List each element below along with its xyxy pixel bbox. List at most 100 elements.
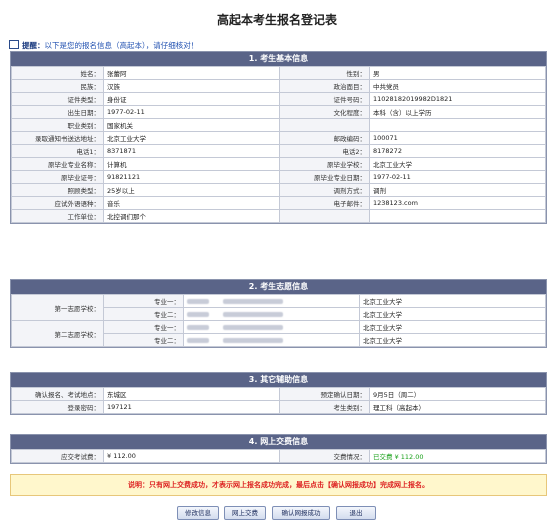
major-value: 计算机	[103, 157, 280, 171]
major1-value-redacted	[183, 294, 360, 308]
education-label: 文化程度：	[279, 105, 370, 119]
section-other-header: 3. 其它辅助信息	[11, 373, 546, 387]
gender-label: 性别：	[279, 66, 370, 80]
bonus-label: 照顾类型：	[11, 183, 104, 197]
empty-cell	[279, 118, 370, 132]
empty-cell	[369, 209, 546, 223]
tip-bar: 提醒：以下是您的报名信息（高起本），请仔细核对！	[9, 40, 198, 51]
major1-label: 专业一：	[103, 294, 184, 308]
adjust-label: 调剂方式：	[279, 183, 370, 197]
school-label: 原毕业学校：	[279, 157, 370, 171]
major2-value-redacted	[183, 307, 360, 321]
table-row: 工作单位： 北控调们那个	[11, 209, 546, 223]
major1-value-redacted	[183, 320, 360, 334]
idno-label: 证件号码：	[279, 92, 370, 106]
phone2-label: 电话2：	[279, 144, 370, 158]
idno-value: 11028182019982D1821	[369, 92, 546, 106]
work-value: 北控调们那个	[103, 209, 280, 223]
confirm-label: 确认报名、考试地点：	[11, 387, 104, 401]
name-value: 张蕾阿	[103, 66, 280, 80]
confirm-value: 东城区	[103, 387, 280, 401]
category-value: 理工科（高起本）	[369, 400, 546, 414]
table-row: 职业类别： 国家机关	[11, 118, 546, 132]
section-basic: 1. 考生基本信息 姓名： 张蕾阿 性别： 男 民族： 汉族 政治面目： 中共党…	[10, 51, 547, 224]
school-value: 北京工业大学	[369, 157, 546, 171]
ethnic-value: 汉族	[103, 79, 280, 93]
politics-label: 政治面目：	[279, 79, 370, 93]
table-row: 应试外语语种： 音乐 电子邮件： 1238123.com	[11, 196, 546, 210]
bonus-value: 25岁以上	[103, 183, 280, 197]
table-row: 民族： 汉族 政治面目： 中共党员	[11, 79, 546, 93]
pay-online-button[interactable]: 网上交费	[224, 506, 266, 520]
certno-value: 91821121	[103, 170, 280, 184]
edit-info-button[interactable]: 修改信息	[177, 506, 219, 520]
zip-label: 邮政编码：	[279, 131, 370, 145]
table-row: 第一志愿学校： 专业一： 北京工业大学	[11, 294, 546, 321]
fee-value: ¥ 112.00	[103, 449, 280, 463]
ethnic-label: 民族：	[11, 79, 104, 93]
graddate-label: 原毕业专业日期：	[279, 170, 370, 184]
phone2-value: 8178272	[369, 144, 546, 158]
table-row: 登录密码： 197121 考生类别： 理工科（高起本）	[11, 400, 546, 414]
gender-value: 男	[369, 66, 546, 80]
other-table: 确认报名、考试地点： 东城区 预定确认日期： 9月5日（周二） 登录密码： 19…	[11, 387, 546, 414]
major1-label: 专业一：	[103, 320, 184, 334]
table-row: 应交考试费： ¥ 112.00 交费情况： 已交费 ¥ 112.00	[11, 449, 546, 463]
graddate-value: 1977-02-11	[369, 170, 546, 184]
section-wish: 2. 考生志愿信息 第一志愿学校： 专业一： 北京工业大学 专业二： 北京工业大…	[10, 279, 547, 348]
name-label: 姓名：	[11, 66, 104, 80]
status-value: 已交费 ¥ 112.00	[369, 449, 546, 463]
password-label: 登录密码：	[11, 400, 104, 414]
table-row: 姓名： 张蕾阿 性别： 男	[11, 66, 546, 80]
language-value: 音乐	[103, 196, 280, 210]
birth-value: 1977-02-11	[103, 105, 280, 119]
certno-label: 原毕业证号：	[11, 170, 104, 184]
category-label: 考生类别：	[279, 400, 370, 414]
language-label: 应试外语语种：	[11, 196, 104, 210]
table-row: 原毕业证号： 91821121 原毕业专业日期： 1977-02-11	[11, 170, 546, 184]
empty-cell	[369, 118, 546, 132]
table-row: 证件类型： 身份证 证件号码： 11028182019982D1821	[11, 92, 546, 106]
table-row: 第二志愿学校： 专业一： 北京工业大学	[11, 320, 546, 347]
zip-value: 100071	[369, 131, 546, 145]
table-row: 确认报名、考试地点： 东城区 预定确认日期： 9月5日（周二）	[11, 387, 546, 401]
idtype-label: 证件类型：	[11, 92, 104, 106]
adjust-value: 调剂	[369, 183, 546, 197]
button-bar: 修改信息 网上交费 确认网报成功 退出	[0, 506, 554, 522]
page-title: 高起本考生报名登记表	[216, 13, 337, 27]
school-value: 北京工业大学	[359, 333, 546, 347]
phone1-label: 电话1：	[11, 144, 104, 158]
section-pay: 4. 网上交费信息 应交考试费： ¥ 112.00 交费情况： 已交费 ¥ 11…	[10, 434, 547, 464]
address-label: 录取通知书送达地址：	[11, 131, 104, 145]
major2-value-redacted	[183, 333, 360, 347]
section-wish-header: 2. 考生志愿信息	[11, 280, 546, 294]
date-value: 9月5日（周二）	[369, 387, 546, 401]
birth-label: 出生日期：	[11, 105, 104, 119]
table-row: 照顾类型： 25岁以上 调剂方式： 调剂	[11, 183, 546, 197]
password-value: 197121	[103, 400, 280, 414]
table-row: 录取通知书送达地址： 北京工业大学 邮政编码： 100071	[11, 131, 546, 145]
pay-table: 应交考试费： ¥ 112.00 交费情况： 已交费 ¥ 112.00	[11, 449, 546, 463]
table-row: 原毕业专业名称： 计算机 原毕业学校： 北京工业大学	[11, 157, 546, 171]
status-label: 交费情况：	[279, 449, 370, 463]
section-pay-header: 4. 网上交费信息	[11, 435, 546, 449]
major2-label: 专业二：	[103, 333, 184, 347]
fee-label: 应交考试费：	[11, 449, 104, 463]
empty-cell	[279, 209, 370, 223]
tip-label: 提醒：	[22, 41, 45, 50]
date-label: 预定确认日期：	[279, 387, 370, 401]
major-label: 原毕业专业名称：	[11, 157, 104, 171]
confirm-registration-button[interactable]: 确认网报成功	[272, 506, 330, 520]
email-label: 电子邮件：	[279, 196, 370, 210]
education-value: 本科（含）以上学历	[369, 105, 546, 119]
table-row: 电话1： 8371871 电话2： 8178272	[11, 144, 546, 158]
school-value: 北京工业大学	[359, 307, 546, 321]
address-value: 北京工业大学	[103, 131, 280, 145]
email-value: 1238123.com	[369, 196, 546, 210]
job-value: 国家机关	[103, 118, 280, 132]
table-row: 出生日期： 1977-02-11 文化程度： 本科（含）以上学历	[11, 105, 546, 119]
exit-button[interactable]: 退出	[336, 506, 376, 520]
wish-table: 第一志愿学校： 专业一： 北京工业大学 专业二： 北京工业大学 第二志愿学校： …	[11, 294, 546, 347]
section-basic-header: 1. 考生基本信息	[11, 52, 546, 66]
politics-value: 中共党员	[369, 79, 546, 93]
